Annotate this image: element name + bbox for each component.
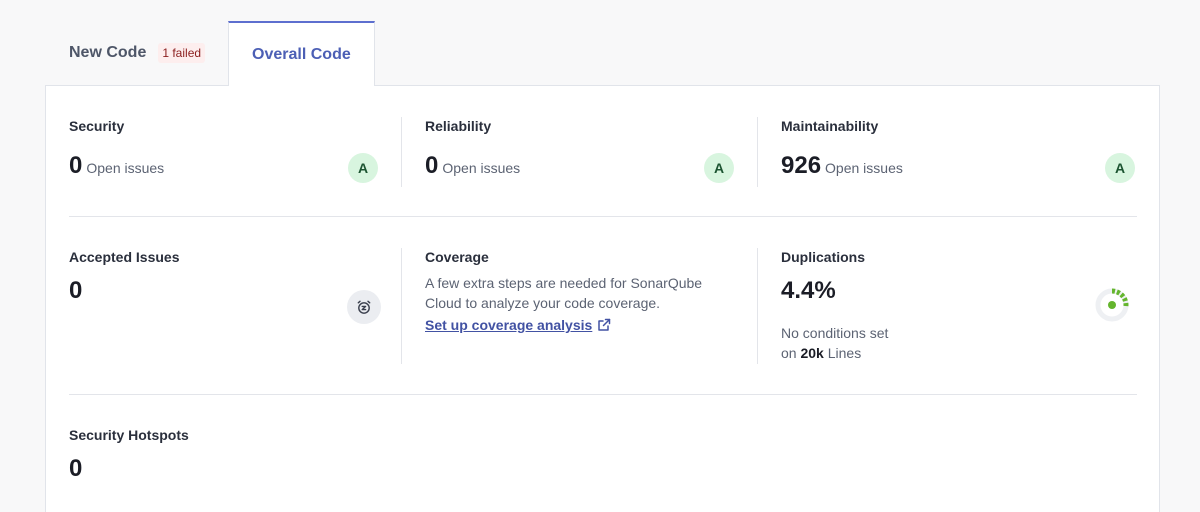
accepted-issues-count[interactable]: 0 [69, 277, 82, 304]
reliability-title: Reliability [425, 118, 492, 134]
row-divider [69, 394, 1137, 395]
duplications-metric: Duplications 4.4% No conditions set on 2… [781, 249, 1081, 363]
external-link-icon [598, 318, 611, 331]
maintainability-open-issues-label: Open issues [825, 160, 903, 176]
accepted-issues-title: Accepted Issues [69, 249, 180, 265]
setup-coverage-link[interactable]: Set up coverage analysis [425, 317, 611, 333]
divider [401, 248, 402, 364]
security-title: Security [69, 118, 125, 134]
maintainability-metric: Maintainability 926 Open issues [781, 118, 1101, 180]
reliability-metric: Reliability 0 Open issues [425, 118, 745, 180]
duplications-lines-suffix: Lines [827, 345, 862, 361]
divider [757, 117, 758, 187]
row-divider [69, 216, 1137, 217]
duplications-conditions: No conditions set [781, 325, 889, 341]
security-count[interactable]: 0 [69, 152, 82, 180]
duplication-gauge-icon [1093, 286, 1131, 324]
security-metric: Security 0 Open issues [69, 118, 389, 180]
duplications-lines-count: 20k [800, 345, 824, 361]
accepted-issues-metric: Accepted Issues 0 [69, 249, 389, 305]
security-open-issues-label: Open issues [86, 160, 165, 176]
duplications-title: Duplications [781, 249, 866, 265]
metrics-card: Security 0 Open issues A Reliability 0 O… [45, 85, 1160, 512]
duplications-percentage[interactable]: 4.4% [781, 277, 836, 304]
maintainability-title: Maintainability [781, 118, 879, 134]
security-hotspots-title: Security Hotspots [69, 427, 189, 443]
failed-badge: 1 failed [158, 43, 206, 63]
reliability-rating-badge[interactable]: A [704, 153, 734, 183]
security-hotspots-count[interactable]: 0 [69, 455, 82, 482]
maintainability-count[interactable]: 926 [781, 152, 821, 180]
security-hotspots-metric: Security Hotspots 0 [69, 427, 389, 483]
security-rating-badge[interactable]: A [348, 153, 378, 183]
divider [757, 248, 758, 364]
tab-overall-code[interactable]: Overall Code [228, 21, 375, 86]
coverage-description: A few extra steps are needed for SonarQu… [425, 275, 703, 311]
code-tabs: New Code 1 failed Overall Code [46, 21, 375, 86]
tab-new-code[interactable]: New Code 1 failed [46, 21, 228, 85]
coverage-metric: Coverage A few extra steps are needed fo… [425, 249, 725, 335]
tab-overall-code-label: Overall Code [252, 45, 351, 63]
divider [401, 117, 402, 187]
setup-coverage-link-label: Set up coverage analysis [425, 317, 593, 333]
reliability-open-issues-label: Open issues [442, 160, 521, 176]
tab-new-code-label: New Code [69, 44, 147, 61]
duplications-lines: on 20k Lines [781, 343, 1081, 363]
duplications-on-prefix: on [781, 345, 797, 361]
coverage-title: Coverage [425, 249, 489, 265]
maintainability-rating-badge[interactable]: A [1105, 153, 1135, 183]
quality-overview-page: New Code 1 failed Overall Code Security … [0, 0, 1200, 512]
reliability-count[interactable]: 0 [425, 152, 438, 180]
alarm-clock-icon [347, 290, 381, 324]
